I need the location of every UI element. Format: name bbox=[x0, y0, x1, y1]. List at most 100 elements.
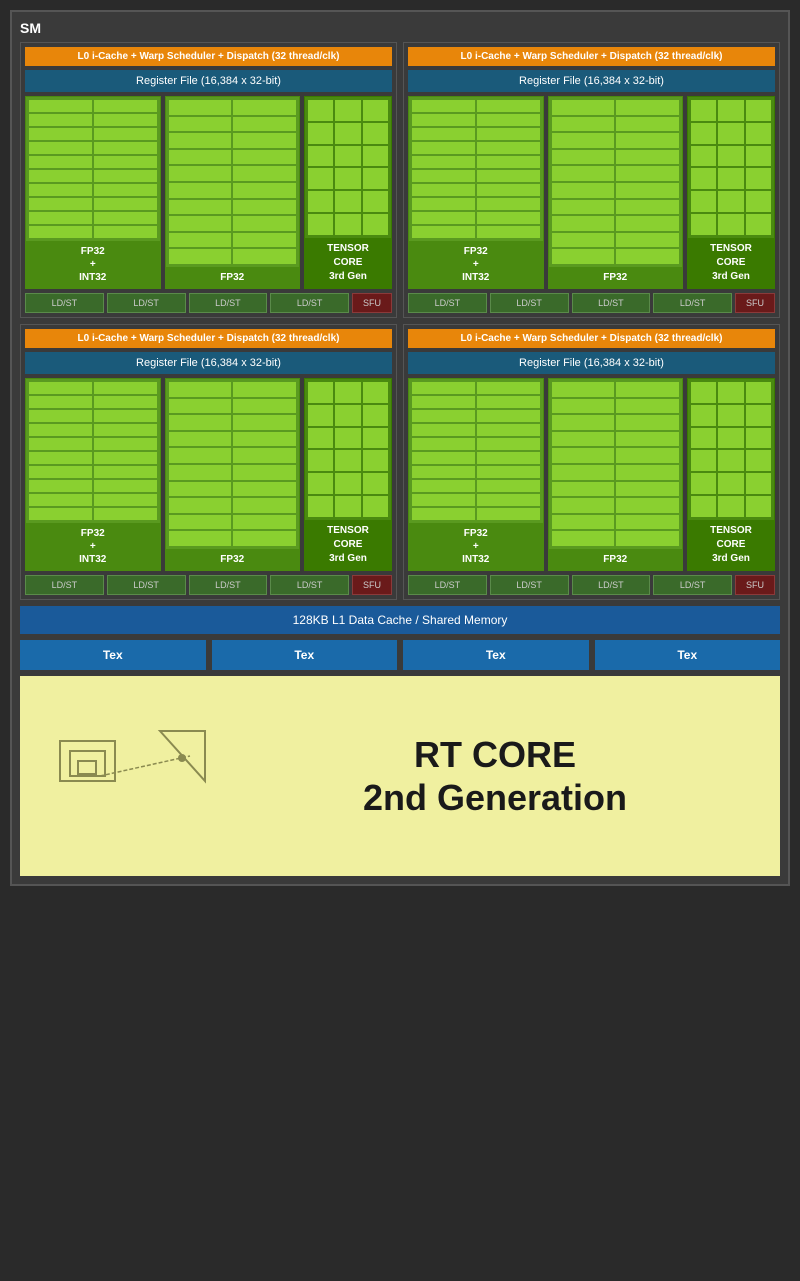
cell bbox=[718, 168, 743, 189]
fp32-int32-cells-4 bbox=[409, 379, 543, 523]
cell bbox=[29, 212, 92, 224]
cell bbox=[691, 191, 716, 212]
cell bbox=[552, 448, 615, 463]
cell bbox=[363, 428, 388, 449]
rt-core-title-text: RT CORE bbox=[414, 734, 576, 775]
fp32-int32-block-1: FP32+INT32 bbox=[25, 96, 161, 289]
cell bbox=[552, 233, 615, 248]
tensor-block-3: TENSORCORE3rd Gen bbox=[304, 378, 392, 571]
cell bbox=[363, 146, 388, 167]
cell bbox=[233, 200, 296, 215]
cell bbox=[169, 498, 232, 513]
cell bbox=[718, 450, 743, 471]
cell bbox=[335, 382, 360, 403]
cell bbox=[363, 214, 388, 235]
cell bbox=[477, 382, 540, 394]
cell bbox=[169, 515, 232, 530]
cores-area-1: FP32+INT32 bbox=[25, 96, 392, 289]
cell bbox=[169, 183, 232, 198]
tensor-label-2: TENSORCORE3rd Gen bbox=[688, 238, 774, 288]
cell bbox=[616, 465, 679, 480]
cell bbox=[718, 191, 743, 212]
cell bbox=[308, 168, 333, 189]
rt-core-diagram-svg bbox=[50, 711, 230, 841]
cell bbox=[335, 168, 360, 189]
cell bbox=[94, 156, 157, 168]
cell bbox=[94, 184, 157, 196]
cell bbox=[552, 133, 615, 148]
cell bbox=[94, 212, 157, 224]
cell bbox=[412, 100, 475, 112]
ldst-3-3: LD/ST bbox=[189, 575, 268, 595]
l1-cache-bar: 128KB L1 Data Cache / Shared Memory bbox=[20, 606, 780, 634]
cell bbox=[718, 382, 743, 403]
cell bbox=[477, 114, 540, 126]
cell bbox=[718, 473, 743, 494]
cell bbox=[412, 424, 475, 436]
cell bbox=[363, 473, 388, 494]
cell bbox=[412, 508, 475, 520]
cell bbox=[477, 466, 540, 478]
cell bbox=[552, 432, 615, 447]
tensor-label-1: TENSORCORE3rd Gen bbox=[305, 238, 391, 288]
ldst-3-1: LD/ST bbox=[25, 575, 104, 595]
cell bbox=[477, 410, 540, 422]
tensor-block-2: TENSORCORE3rd Gen bbox=[687, 96, 775, 289]
cell bbox=[335, 191, 360, 212]
fp32-label-4: FP32 bbox=[549, 549, 683, 570]
cell bbox=[718, 405, 743, 426]
cell bbox=[169, 100, 232, 115]
cell bbox=[335, 100, 360, 121]
cell bbox=[29, 226, 92, 238]
sm-container: SM L0 i-Cache + Warp Scheduler + Dispatc… bbox=[10, 10, 790, 886]
cell bbox=[616, 216, 679, 231]
cell bbox=[308, 450, 333, 471]
cell bbox=[29, 128, 92, 140]
cell bbox=[477, 142, 540, 154]
register-file-bar-3: Register File (16,384 x 32-bit) bbox=[25, 352, 392, 374]
cell bbox=[616, 415, 679, 430]
cell bbox=[233, 415, 296, 430]
cell bbox=[363, 382, 388, 403]
cell bbox=[552, 415, 615, 430]
fp32-label-1: FP32 bbox=[166, 267, 300, 288]
cell bbox=[363, 168, 388, 189]
cell bbox=[29, 438, 92, 450]
register-file-bar-4: Register File (16,384 x 32-bit) bbox=[408, 352, 775, 374]
cell bbox=[233, 100, 296, 115]
ldst-4-3: LD/ST bbox=[572, 575, 651, 595]
cell bbox=[477, 184, 540, 196]
l0-cache-bar-3: L0 i-Cache + Warp Scheduler + Dispatch (… bbox=[25, 329, 392, 348]
cell bbox=[477, 170, 540, 182]
cell bbox=[746, 496, 771, 517]
ldst-2-3: LD/ST bbox=[572, 293, 651, 313]
cell bbox=[94, 170, 157, 182]
cell bbox=[412, 396, 475, 408]
ldst-1-4: LD/ST bbox=[270, 293, 349, 313]
cell bbox=[94, 466, 157, 478]
cell bbox=[691, 450, 716, 471]
fp32-cells-4 bbox=[549, 379, 683, 549]
register-file-bar-2: Register File (16,384 x 32-bit) bbox=[408, 70, 775, 92]
cell bbox=[169, 150, 232, 165]
tex-unit-1: Tex bbox=[20, 640, 206, 670]
cell bbox=[335, 428, 360, 449]
cell bbox=[616, 183, 679, 198]
cell bbox=[94, 100, 157, 112]
cell bbox=[335, 123, 360, 144]
cell bbox=[412, 184, 475, 196]
cell bbox=[169, 482, 232, 497]
sfu-4: SFU bbox=[735, 575, 775, 595]
cell bbox=[616, 100, 679, 115]
cell bbox=[552, 166, 615, 181]
cell bbox=[169, 399, 232, 414]
cell bbox=[233, 216, 296, 231]
cell bbox=[308, 473, 333, 494]
cell bbox=[169, 415, 232, 430]
cell bbox=[616, 117, 679, 132]
cell bbox=[746, 100, 771, 121]
cell bbox=[746, 146, 771, 167]
cell bbox=[746, 473, 771, 494]
cell bbox=[233, 531, 296, 546]
cell bbox=[746, 405, 771, 426]
